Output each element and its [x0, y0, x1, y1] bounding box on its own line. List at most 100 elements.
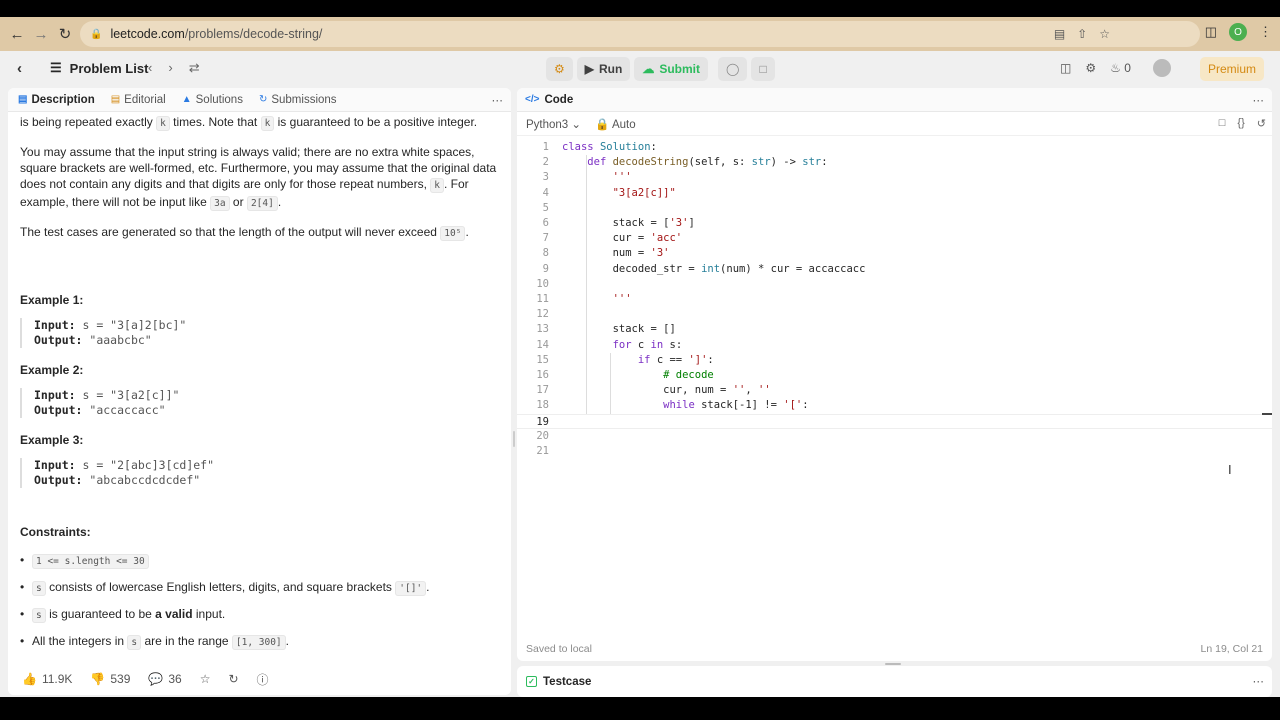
code-line[interactable]: 5: [517, 201, 1272, 216]
reload-icon[interactable]: ↻: [53, 22, 77, 46]
code-line[interactable]: 13 stack = []: [517, 322, 1272, 337]
format-braces-icon[interactable]: {}: [1237, 117, 1244, 130]
code-line[interactable]: 11 ''': [517, 292, 1272, 307]
desc-text: is being repeated exactly: [20, 115, 153, 129]
leetcode-logo-icon[interactable]: ‹: [17, 60, 33, 78]
timer-button[interactable]: ◯: [718, 57, 748, 81]
code-line[interactable]: 17 cur, num = '', '': [517, 383, 1272, 398]
url-host: leetcode.com: [110, 27, 185, 41]
code-line[interactable]: 3 ''': [517, 170, 1272, 185]
translate-icon[interactable]: ▤: [1054, 27, 1065, 41]
like-count: 11.9K: [41, 672, 73, 686]
tab-solutions[interactable]: ▲ Solutions: [182, 94, 243, 106]
tab-description-label: Description: [31, 93, 95, 106]
language-select[interactable]: Python3 ⌄: [526, 117, 581, 131]
code-line[interactable]: 8 num = '3': [517, 246, 1272, 261]
dislike-button[interactable]: 👎 539: [90, 672, 130, 686]
code-line[interactable]: 15 if c == ']':: [517, 353, 1272, 368]
submit-button[interactable]: ☁ Submit: [634, 57, 708, 81]
line-number: 14: [536, 338, 549, 351]
debug-button[interactable]: ⚙: [546, 57, 573, 81]
vertical-resize-handle[interactable]: [885, 663, 901, 665]
tab-editorial[interactable]: ▤ Editorial: [111, 94, 166, 106]
streak-counter[interactable]: ♨ 0: [1110, 61, 1131, 75]
line-number: 5: [542, 201, 549, 214]
code-line[interactable]: 19: [517, 413, 1272, 429]
code-text: stack = ['3']: [562, 217, 695, 229]
code-text: cur, num = '', '': [562, 384, 771, 397]
code-line[interactable]: 12: [517, 307, 1272, 322]
forward-icon[interactable]: →: [29, 22, 53, 46]
testcase-more-icon[interactable]: ⋯: [1253, 674, 1265, 688]
code-line[interactable]: 6 stack = ['3']: [517, 216, 1272, 231]
code-line[interactable]: 4 "3[a2[c]]": [517, 186, 1272, 201]
code-line[interactable]: 20: [517, 429, 1272, 444]
shuffle-icon[interactable]: ⇄: [189, 60, 200, 76]
desc-text: All the integers in: [32, 634, 125, 648]
more-options-icon[interactable]: ⋯: [492, 93, 504, 107]
line-number: 18: [536, 399, 549, 412]
run-button[interactable]: ▶ Run: [576, 57, 631, 81]
code-tab[interactable]: </> Code ⋯: [517, 88, 1272, 112]
address-bar[interactable]: 🔒 leetcode.com/problems/decode-string/ ▤…: [80, 21, 1200, 47]
testcase-panel[interactable]: ✓ Testcase ⋯: [517, 666, 1272, 697]
bookmark-star-icon[interactable]: ☆: [1099, 27, 1110, 41]
code-line[interactable]: 1 class Solution:: [517, 140, 1272, 155]
play-icon: ▶: [584, 62, 594, 76]
like-button[interactable]: 👍 11.9K: [22, 672, 72, 686]
line-number: 12: [536, 308, 549, 321]
back-icon[interactable]: ←: [5, 22, 29, 46]
output-label: Output:: [34, 403, 83, 417]
scrollbar-marker[interactable]: [1262, 413, 1272, 415]
code-text: while stack[-1] != '[':: [663, 399, 809, 412]
submit-label: Submit: [659, 62, 700, 76]
browser-menu-icon[interactable]: ⋮: [1259, 24, 1272, 40]
code-editor[interactable]: 1 class Solution: 2 def decodeString(self,…: [517, 140, 1272, 620]
bookmark-icon[interactable]: □: [1219, 117, 1226, 130]
notes-button[interactable]: □: [751, 57, 775, 81]
line-number: 1: [542, 141, 549, 153]
tab-description[interactable]: ▤ Description: [18, 94, 95, 106]
browser-toolbar: ← → ↻ 🔒 leetcode.com/problems/decode-str…: [0, 17, 1280, 51]
user-avatar[interactable]: [1152, 59, 1171, 77]
premium-button[interactable]: Premium: [1200, 57, 1264, 81]
help-icon[interactable]: ⓘ: [257, 671, 269, 688]
auto-mode[interactable]: 🔒 Auto: [595, 117, 636, 131]
profile-avatar[interactable]: O: [1229, 23, 1247, 41]
code-line[interactable]: 21: [517, 444, 1272, 459]
code-line[interactable]: 14 for c in s:: [517, 338, 1272, 353]
code-line[interactable]: 2 def decodeString(self, s: str) -> str:: [517, 155, 1272, 170]
code-line[interactable]: 16 # decode: [517, 368, 1272, 383]
next-problem-icon[interactable]: ›: [168, 60, 172, 76]
description-scroll[interactable]: is being repeated exactly k times. Note …: [8, 112, 511, 663]
code-line[interactable]: 7 cur = 'acc': [517, 231, 1272, 246]
code-text: class Solution:: [562, 141, 657, 153]
code-line[interactable]: 9 decoded_str = int(num) * cur = accacca…: [517, 262, 1272, 277]
code-more-icon[interactable]: ⋯: [1253, 93, 1265, 107]
sidebar-toggle-icon[interactable]: ◫: [1205, 24, 1217, 40]
code-line[interactable]: 18 while stack[-1] != '[':: [517, 398, 1272, 413]
reset-icon[interactable]: ↺: [1257, 117, 1266, 130]
tab-solutions-label: Solutions: [195, 93, 243, 106]
favorite-star-icon[interactable]: ☆: [200, 672, 211, 686]
constraint-item: s is guaranteed to be a valid input.: [20, 606, 500, 624]
example-3-title: Example 3:: [20, 433, 84, 447]
example-2-title: Example 2:: [20, 363, 84, 377]
language-label: Python3: [526, 118, 569, 131]
desc-text: or: [232, 195, 244, 209]
share-link-icon[interactable]: ↻: [228, 672, 238, 686]
line-number: 17: [536, 384, 549, 397]
layout-icon[interactable]: ◫: [1060, 61, 1071, 75]
settings-gear-icon[interactable]: ⚙: [1085, 61, 1096, 75]
editor-toolbar: Python3 ⌄ 🔒 Auto □ {} ↺: [517, 112, 1272, 136]
code-line[interactable]: 10: [517, 277, 1272, 292]
comments-button[interactable]: 💬 36: [148, 672, 181, 686]
prev-problem-icon[interactable]: ‹: [148, 60, 152, 76]
auto-mode-label: Auto: [611, 118, 636, 131]
example-input: s = "3[a]2[bc]": [82, 318, 187, 332]
panel-resize-handle[interactable]: [513, 431, 515, 447]
tab-submissions[interactable]: ↻ Submissions: [259, 94, 337, 106]
code-text: for c in s:: [612, 338, 683, 351]
problem-list-button[interactable]: ☰ Problem List: [50, 60, 148, 76]
share-icon[interactable]: ⇧: [1077, 27, 1087, 41]
